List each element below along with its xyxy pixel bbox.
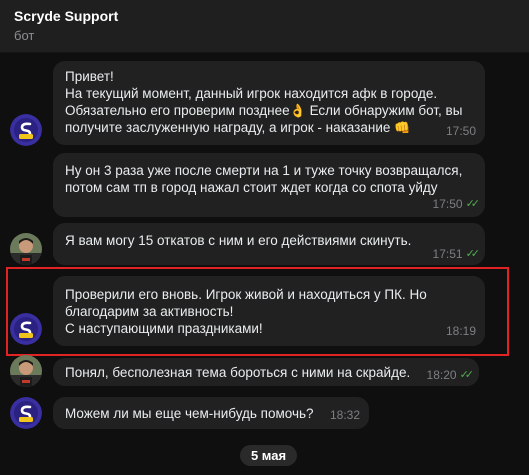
message-bubble-outgoing[interactable]: Ну он 3 раза уже после смерти на 1 и туж… [53, 153, 485, 217]
message-text: Привет! На текущий момент, данный игрок … [65, 69, 463, 135]
bot-avatar[interactable] [10, 114, 42, 146]
scryde-logo-icon [10, 397, 42, 429]
chat-title: Scryde Support [14, 8, 119, 24]
user-avatar[interactable] [10, 233, 42, 265]
message-time: 17:50 [445, 124, 476, 138]
message-meta: 17:50 ✓✓ [432, 196, 481, 213]
message-bubble-outgoing[interactable]: Я вам могу 15 откатов с ним и его действ… [53, 223, 485, 265]
message-bubble-outgoing[interactable]: Понял, бесполезная тема бороться с ними … [53, 358, 479, 386]
message-text: Ну он 3 раза уже после смерти на 1 и туж… [65, 163, 463, 195]
message-time: 18:19 [445, 324, 476, 338]
message-time: 18:32 [329, 408, 360, 422]
message-meta: 18:32 [330, 407, 360, 424]
chat-subtitle: бот [14, 28, 35, 43]
bot-avatar[interactable] [10, 397, 42, 429]
message-meta: 18:20 ✓✓ [426, 367, 475, 384]
double-check-icon: ✓✓ [459, 369, 475, 381]
message-text: Понял, бесполезная тема бороться с ними … [65, 365, 411, 380]
message-text: Проверили его вновь. Игрок живой и наход… [65, 287, 427, 336]
double-check-icon: ✓✓ [465, 248, 481, 260]
fist-emoji-icon: 👊 [394, 120, 411, 135]
message-bubble-incoming[interactable]: Можем ли мы еще чем-нибудь помочь? 18:32 [53, 397, 369, 429]
double-check-icon: ✓✓ [465, 198, 481, 210]
ok-hand-emoji-icon: 👌 [289, 103, 306, 118]
message-meta: 18:19 [446, 323, 476, 340]
date-separator: 5 мая [240, 445, 297, 466]
user-photo-avatar [10, 233, 42, 265]
message-bubble-incoming[interactable]: Привет! На текущий момент, данный игрок … [53, 61, 485, 145]
message-meta: 17:51 ✓✓ [432, 246, 481, 263]
message-text: Можем ли мы еще чем-нибудь помочь? [65, 406, 314, 421]
message-bubble-incoming[interactable]: Проверили его вновь. Игрок живой и наход… [53, 276, 485, 346]
bot-avatar[interactable] [10, 313, 42, 345]
message-time: 17:51 [432, 247, 463, 261]
message-time: 18:20 [426, 368, 457, 382]
message-text: Я вам могу 15 откатов с ним и его действ… [65, 233, 412, 248]
user-photo-avatar [10, 355, 42, 387]
scryde-logo-icon [10, 313, 42, 345]
user-avatar[interactable] [10, 355, 42, 387]
scryde-logo-icon [10, 114, 42, 146]
chat-header[interactable]: Scryde Support бот [0, 0, 529, 53]
message-meta: 17:50 [446, 123, 476, 140]
message-time: 17:50 [432, 197, 463, 211]
